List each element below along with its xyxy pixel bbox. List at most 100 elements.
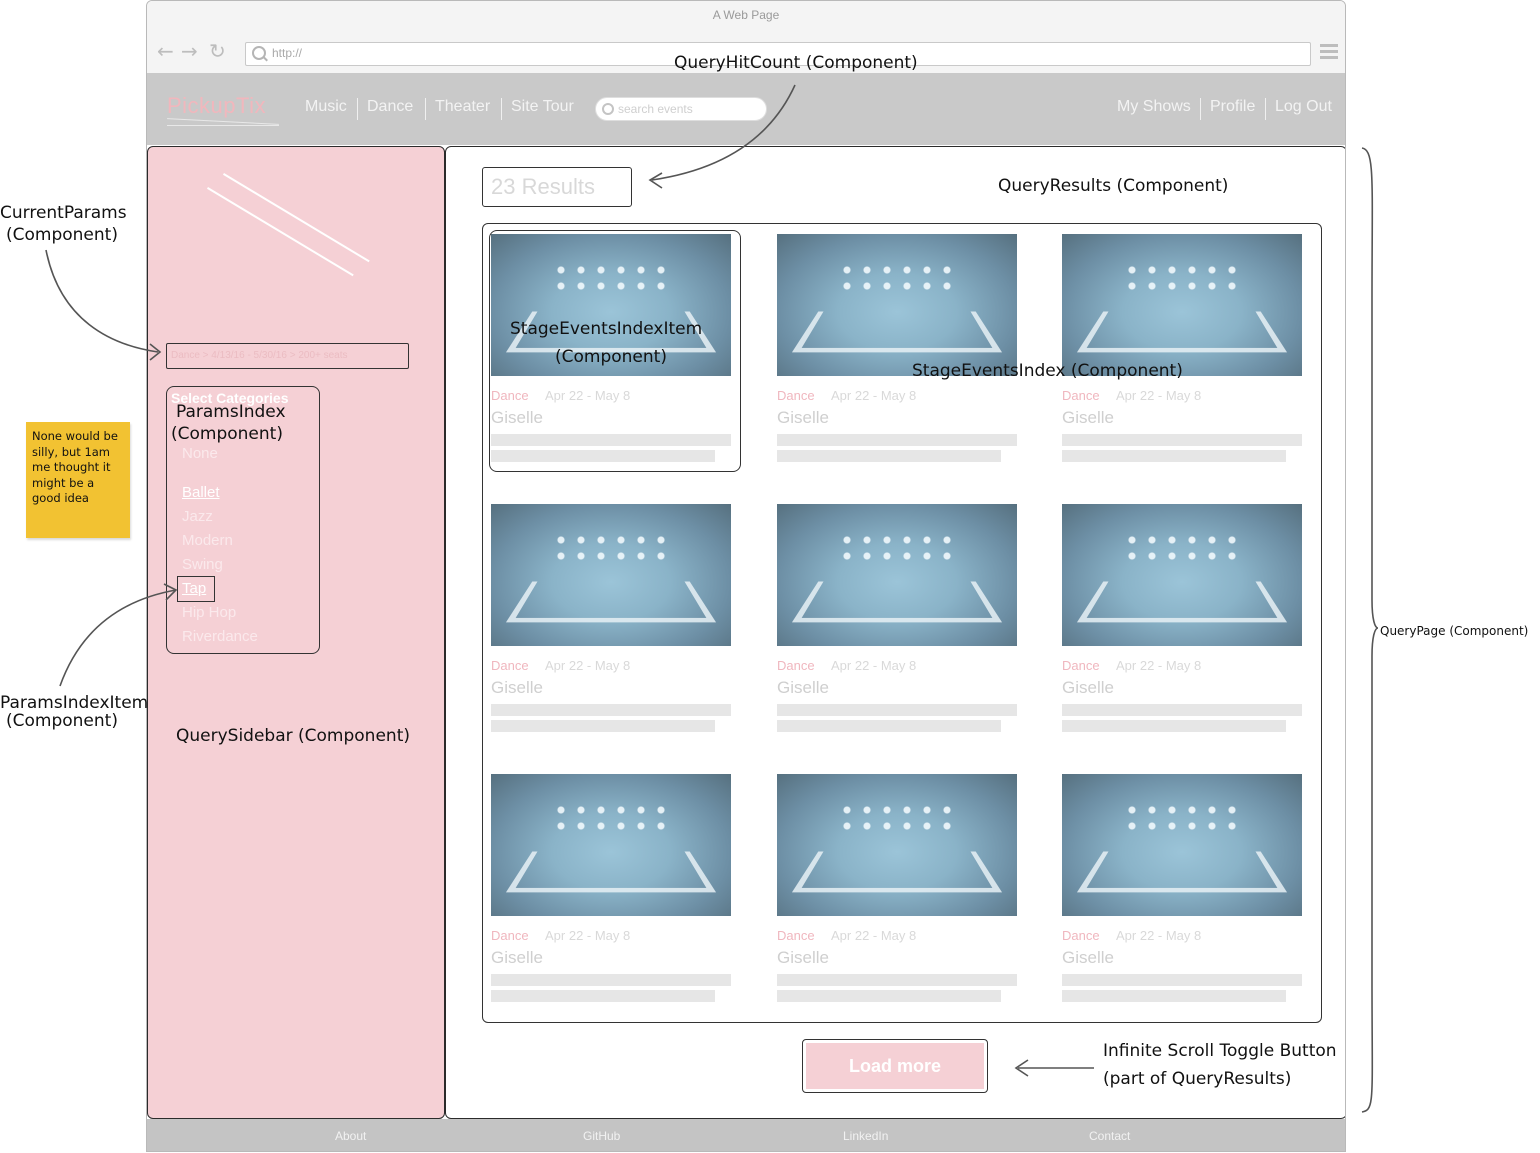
text-placeholder-bar (1062, 704, 1302, 716)
current-params: Dance > 4/13/16 - 5/30/16 > 200+ seats (166, 343, 409, 369)
category-tap[interactable]: Tap (182, 580, 206, 597)
stage-shape (1076, 851, 1288, 893)
category-riverdance[interactable]: Riverdance (182, 628, 258, 645)
category-modern[interactable]: Modern (182, 532, 233, 549)
text-placeholder-bar (1062, 434, 1302, 446)
nav-divider (1200, 98, 1201, 120)
nav-profile[interactable]: Profile (1210, 98, 1255, 116)
category-hip-hop[interactable]: Hip Hop (182, 604, 236, 621)
load-more-button[interactable]: Load more (806, 1043, 984, 1089)
stage-events-index-item[interactable]: Dance Apr 22 - May 8 Giselle (777, 234, 1017, 464)
nav-divider (1265, 98, 1266, 120)
annotation-infinite-scroll-sub: (part of QueryResults) (1103, 1069, 1292, 1089)
nav-log-out[interactable]: Log Out (1275, 98, 1332, 116)
sticky-note-line: might be a (32, 475, 95, 490)
event-dates: Apr 22 - May 8 (1116, 928, 1202, 943)
nav-theater[interactable]: Theater (435, 98, 490, 116)
dancers-shape (551, 532, 671, 568)
stage-events-index-item[interactable]: Dance Apr 22 - May 8 Giselle (777, 504, 1017, 734)
nav-divider (357, 98, 358, 120)
annotation-params-index-item-sub: (Component) (6, 711, 118, 731)
back-arrow-icon[interactable]: ← (157, 39, 174, 63)
arrow-current-params (45, 249, 159, 353)
reload-icon[interactable]: ↻ (209, 39, 226, 63)
event-thumbnail (777, 774, 1017, 916)
event-dates: Apr 22 - May 8 (1116, 388, 1202, 403)
image-placeholder-line (223, 173, 370, 262)
stage-shape (1076, 581, 1288, 623)
text-placeholder-bar (491, 720, 715, 732)
event-title[interactable]: Giselle (491, 678, 543, 698)
event-thumbnail (1062, 234, 1302, 376)
category-swing[interactable]: Swing (182, 556, 223, 573)
event-category: Dance (491, 928, 529, 943)
stage-shape (791, 851, 1003, 893)
event-dates: Apr 22 - May 8 (831, 928, 917, 943)
search-events-input[interactable]: search events (595, 97, 767, 121)
text-placeholder-bar (777, 450, 1001, 462)
forward-arrow-icon[interactable]: → (181, 39, 198, 63)
dancers-shape (837, 262, 957, 298)
search-icon (252, 46, 266, 60)
menu-icon[interactable] (1320, 44, 1338, 62)
annotation-query-sidebar: QuerySidebar (Component) (176, 726, 410, 746)
category-ballet[interactable]: Ballet (182, 484, 220, 501)
text-placeholder-bar (777, 974, 1017, 986)
site-header: PickupTix Music Dance Theater Site Tour … (147, 73, 1345, 145)
dancers-shape (837, 532, 957, 568)
sticky-note-line: me thought it (32, 460, 111, 474)
event-title[interactable]: Giselle (1062, 948, 1114, 968)
text-placeholder-bar (491, 974, 731, 986)
nav-music[interactable]: Music (305, 98, 347, 116)
annotation-query-results: QueryResults (Component) (998, 176, 1229, 196)
stage-events-index-item[interactable]: Dance Apr 22 - May 8 Giselle (491, 774, 731, 1004)
query-results: 23 Results Dance Apr 22 - May 8 Giselle Dan… (445, 146, 1345, 1119)
event-title[interactable]: Giselle (777, 678, 829, 698)
event-thumbnail (491, 504, 731, 646)
image-placeholder-line (207, 187, 354, 276)
event-title[interactable]: Giselle (1062, 408, 1114, 428)
annotation-current-params: CurrentParams (0, 203, 127, 223)
dancers-shape (1122, 262, 1242, 298)
window-title: A Web Page (147, 1, 1345, 30)
logo-underline (167, 118, 279, 125)
address-text: http:// (272, 46, 303, 60)
search-icon (602, 103, 614, 115)
annotation-stage-events-index: StageEventsIndex (Component) (912, 361, 1183, 381)
stage-events-index-item[interactable]: Dance Apr 22 - May 8 Giselle (1062, 504, 1302, 734)
annotation-query-hit-count: QueryHitCount (Component) (674, 53, 918, 73)
dancers-shape (837, 802, 957, 838)
stage-events-index-item[interactable]: Dance Apr 22 - May 8 Giselle (1062, 774, 1302, 1004)
event-dates: Apr 22 - May 8 (831, 388, 917, 403)
stage-events-index-item[interactable]: Dance Apr 22 - May 8 Giselle (777, 774, 1017, 1004)
category-jazz[interactable]: Jazz (182, 508, 213, 525)
event-category: Dance (491, 658, 529, 673)
event-title[interactable]: Giselle (777, 408, 829, 428)
search-placeholder: search events (618, 102, 693, 116)
event-category: Dance (1062, 658, 1100, 673)
nav-dance[interactable]: Dance (367, 98, 413, 116)
site-logo[interactable]: PickupTix (167, 93, 266, 119)
stage-events-index-item[interactable]: Dance Apr 22 - May 8 Giselle (491, 504, 731, 734)
footer-linkedin[interactable]: LinkedIn (843, 1129, 888, 1143)
event-title[interactable]: Giselle (1062, 678, 1114, 698)
nav-my-shows[interactable]: My Shows (1117, 98, 1191, 116)
event-title[interactable]: Giselle (491, 948, 543, 968)
text-placeholder-bar (1062, 990, 1286, 1002)
annotation-params-index: ParamsIndex (176, 402, 286, 422)
text-placeholder-bar (777, 704, 1017, 716)
event-category: Dance (777, 928, 815, 943)
nav-site-tour[interactable]: Site Tour (511, 98, 574, 116)
event-category: Dance (1062, 388, 1100, 403)
category-none[interactable]: None (182, 445, 218, 462)
sticky-note: None would be silly, but 1am me thought … (26, 422, 130, 538)
footer-contact[interactable]: Contact (1089, 1129, 1130, 1143)
stage-events-index-item[interactable]: Dance Apr 22 - May 8 Giselle (1062, 234, 1302, 464)
dancers-shape (1122, 802, 1242, 838)
footer-about[interactable]: About (335, 1129, 366, 1143)
footer-github[interactable]: GitHub (583, 1129, 620, 1143)
event-thumbnail (777, 234, 1017, 376)
event-title[interactable]: Giselle (777, 948, 829, 968)
event-dates: Apr 22 - May 8 (1116, 658, 1202, 673)
sticky-note-line: None would be (32, 429, 118, 443)
